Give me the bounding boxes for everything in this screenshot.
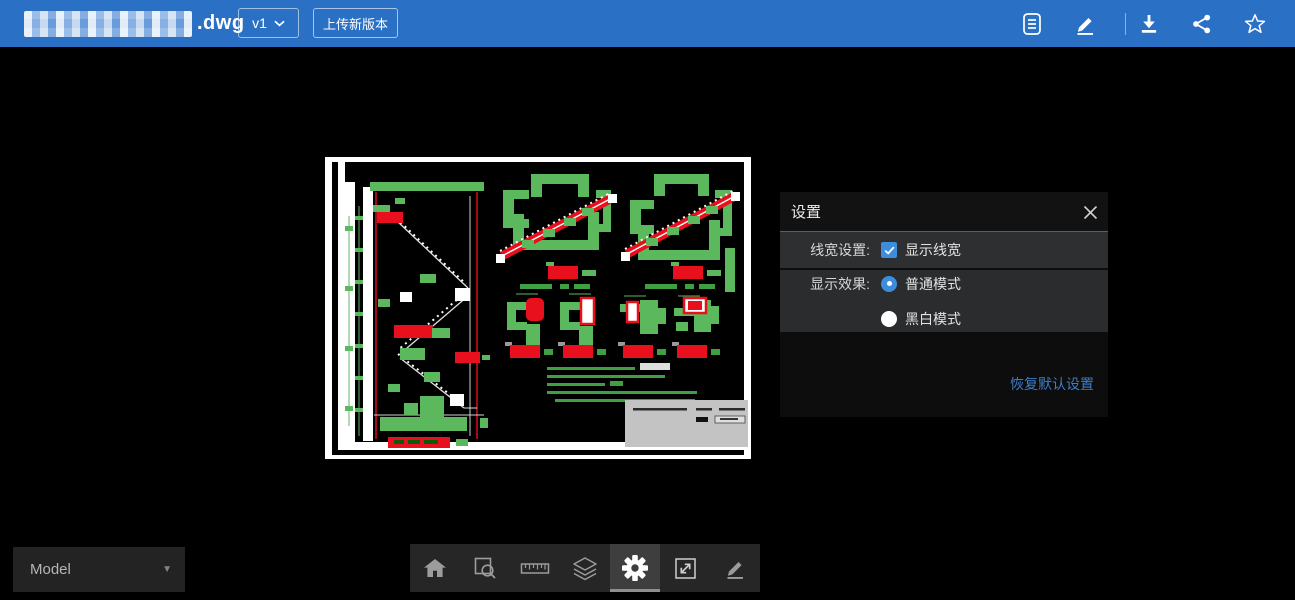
bw-mode-radio[interactable] bbox=[881, 311, 897, 327]
show-linewidth-label[interactable]: 显示线宽 bbox=[905, 240, 961, 260]
close-icon[interactable] bbox=[1081, 203, 1099, 221]
normal-mode-radio[interactable] bbox=[881, 276, 897, 292]
bw-mode-label[interactable]: 黑白模式 bbox=[905, 309, 961, 329]
version-dropdown[interactable]: v1 bbox=[238, 8, 299, 38]
settings-panel-header: 设置 bbox=[780, 192, 1108, 232]
home-icon bbox=[422, 556, 448, 580]
home-button[interactable] bbox=[410, 544, 460, 592]
layers-icon bbox=[572, 556, 598, 581]
document-details-icon[interactable] bbox=[1014, 6, 1050, 42]
measure-button[interactable] bbox=[510, 544, 560, 592]
linewidth-label: 线宽设置: bbox=[780, 240, 870, 260]
show-linewidth-checkbox[interactable] bbox=[881, 242, 897, 258]
ruler-icon bbox=[520, 556, 550, 580]
check-icon bbox=[884, 246, 895, 255]
redacted-filename bbox=[24, 11, 192, 37]
fullscreen-icon bbox=[673, 556, 698, 581]
display-mode-row-normal: 显示效果: 普通模式 bbox=[780, 270, 1108, 297]
display-mode-row-bw: 黑白模式 bbox=[780, 305, 1108, 332]
favorite-star-icon[interactable] bbox=[1237, 6, 1273, 42]
download-icon[interactable] bbox=[1131, 6, 1167, 42]
settings-panel: 设置 线宽设置: 显示线宽 显示效果: 普 bbox=[780, 192, 1108, 417]
reset-defaults-link[interactable]: 恢复默认设置 bbox=[1010, 374, 1094, 394]
model-space-dropdown[interactable]: Model ▼ bbox=[13, 547, 185, 592]
annotate-button[interactable] bbox=[710, 544, 760, 592]
upload-new-version-button[interactable]: 上传新版本 bbox=[313, 8, 398, 38]
topbar-divider bbox=[1125, 13, 1126, 35]
caret-down-icon: ▼ bbox=[162, 564, 172, 575]
linewidth-setting-row: 线宽设置: 显示线宽 bbox=[780, 232, 1108, 268]
layers-button[interactable] bbox=[560, 544, 610, 592]
cad-drawing-canvas[interactable] bbox=[324, 156, 752, 460]
version-label: v1 bbox=[252, 15, 267, 31]
file-title: .dwg bbox=[24, 0, 245, 47]
viewer-stage: .dwg v1 上传新版本 bbox=[0, 0, 1295, 600]
settings-button[interactable] bbox=[610, 544, 660, 592]
zoom-window-button[interactable] bbox=[460, 544, 510, 592]
zoom-window-icon bbox=[473, 556, 497, 580]
topbar-actions bbox=[1014, 0, 1273, 47]
chevron-down-icon bbox=[274, 20, 285, 27]
model-space-value: Model bbox=[30, 561, 71, 578]
display-mode-label: 显示效果: bbox=[780, 274, 870, 294]
fullscreen-button[interactable] bbox=[660, 544, 710, 592]
normal-mode-label[interactable]: 普通模式 bbox=[905, 274, 961, 294]
cad-title-block bbox=[625, 400, 748, 447]
display-mode-section: 显示效果: 普通模式 黑白模式 bbox=[780, 270, 1108, 332]
topbar: .dwg v1 上传新版本 bbox=[0, 0, 1295, 47]
annotate-pencil-icon bbox=[723, 556, 747, 580]
annotate-icon[interactable] bbox=[1067, 6, 1103, 42]
share-icon[interactable] bbox=[1184, 6, 1220, 42]
viewer-toolbar bbox=[410, 544, 760, 592]
settings-title: 设置 bbox=[791, 201, 821, 222]
gear-icon bbox=[621, 554, 649, 582]
